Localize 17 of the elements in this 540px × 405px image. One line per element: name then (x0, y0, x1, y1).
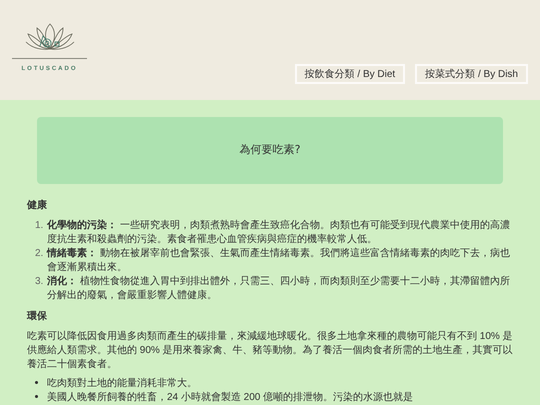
list-item-text: 消化： 植物性食物從進入胃中到排出體外，只需三、四小時，而肉類則至少需要十二小時，其滯留體內所分解出的廢氣，會嚴重影響人體健康。 (47, 275, 511, 303)
list-item-text: 美國人晚餐所飼養的牲畜，24 小時就會製造 200 億噸的排泄物。污染的水源也就是 (47, 391, 414, 405)
list-number: 1. (35, 219, 44, 233)
list-item-text: 吃肉類對土地的能量消耗非常大。 (47, 377, 197, 391)
list-item-text: 化學物的污染： 一些研究表明，肉類煮熟時會產生致癌化合物。肉類也有可能受到現代農業中使用的高濃度抗生素和殺蟲劑的污染。素食者罹患心血管疾病與癌症的機率較常人低。 (47, 219, 511, 247)
bullet-icon (35, 380, 38, 384)
section-heading: 環保 (27, 310, 48, 324)
paragraph: 吃素可以降低因食用過多肉類而產生的碳排量，來減緩地球暖化。很多土地拿來種的農物可能只有不到 10% 是供應給人類需求。其他的 90% 是用來養家禽、牛、豬等動物。為了養活一個肉食者所需的土地生產，其實可以養活二十個素食者。 (27, 330, 513, 372)
page-title: 為何要吃素? (240, 142, 300, 158)
section-heading: 健康 (27, 198, 48, 213)
list-item-text: 情緒毒素： 動物在被屠宰前也會緊張、生氣而產生情緒毒素。我們將這些富含情緒毒素的肉吃下去，病也會逐漸累積出來。 (47, 247, 511, 275)
lotus-logo-icon[interactable] (24, 22, 74, 52)
nav-button[interactable]: 按菜式分類 / By Dish (415, 64, 528, 84)
nav-button[interactable]: 按飲食分類 / By Diet (294, 64, 406, 84)
list-number: 3. (35, 275, 44, 289)
bullet-icon (35, 394, 38, 398)
list-number: 2. (35, 247, 44, 261)
